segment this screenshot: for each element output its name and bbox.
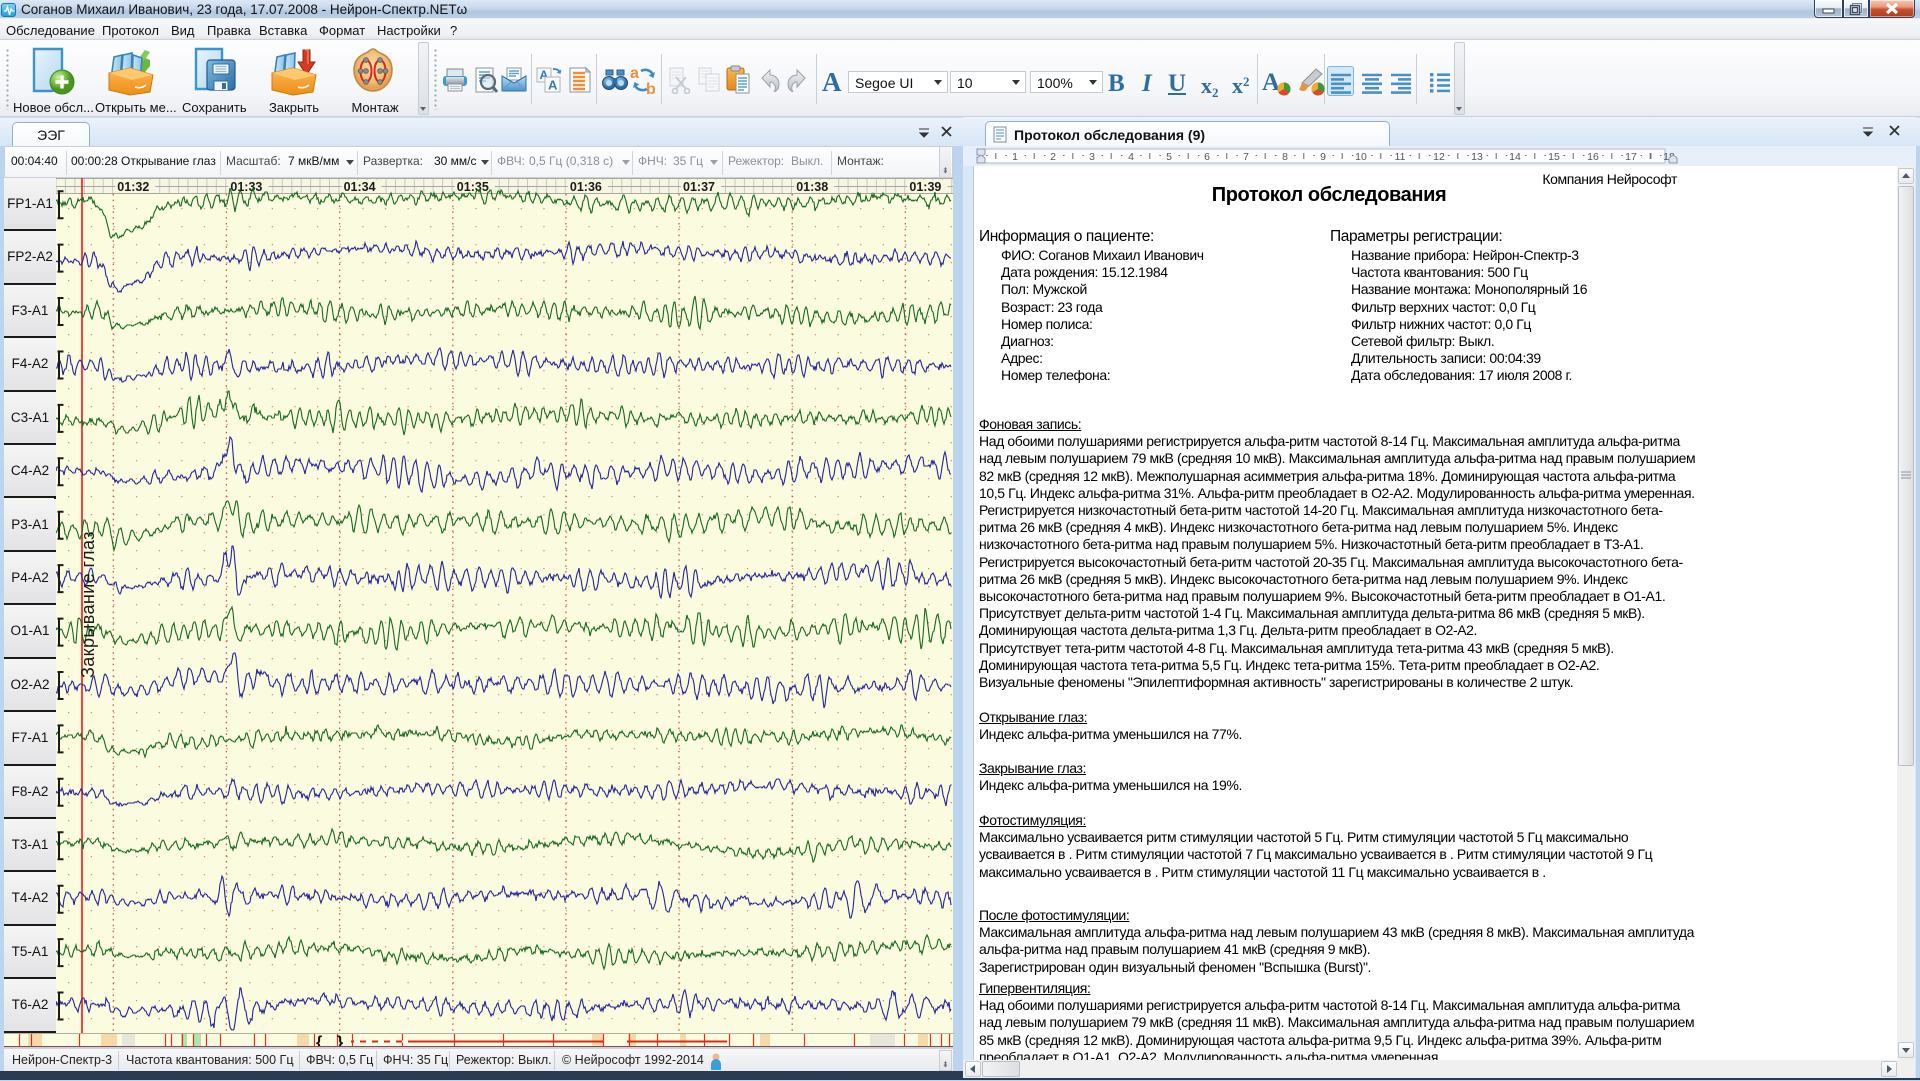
svg-text:01:38: 01:38: [796, 180, 828, 194]
svg-text:13: 13: [1471, 151, 1483, 163]
svg-text:14: 14: [1509, 151, 1521, 163]
svg-text:15: 15: [1548, 151, 1560, 163]
svg-text:A: A: [548, 78, 558, 93]
svg-text:17: 17: [1625, 151, 1637, 163]
svg-text:b: b: [646, 81, 656, 95]
svg-text:}: }: [337, 1034, 343, 1047]
svg-text:5: 5: [1166, 151, 1172, 163]
svg-text:1: 1: [1012, 151, 1018, 163]
svg-text:4: 4: [1128, 151, 1134, 163]
svg-text:a: a: [630, 65, 639, 82]
svg-text:11: 11: [1395, 151, 1406, 163]
svg-text:01:35: 01:35: [457, 180, 489, 194]
svg-text:01:36: 01:36: [570, 180, 602, 194]
svg-text:9: 9: [1320, 151, 1326, 163]
svg-text:{: {: [316, 1034, 322, 1047]
svg-text:01:39: 01:39: [909, 180, 941, 194]
svg-text:8: 8: [1282, 151, 1288, 163]
svg-text:12: 12: [1433, 151, 1445, 163]
svg-text:7: 7: [1243, 151, 1249, 163]
svg-text:3: 3: [1089, 151, 1095, 163]
svg-text:01:33: 01:33: [230, 180, 262, 194]
svg-text:Закрывание глаз: Закрывание глаз: [78, 531, 98, 678]
svg-text:01:37: 01:37: [683, 180, 715, 194]
svg-text:2: 2: [1050, 151, 1056, 163]
svg-text:01:34: 01:34: [344, 180, 376, 194]
svg-text:6: 6: [1204, 151, 1210, 163]
svg-text:10: 10: [1355, 151, 1367, 163]
svg-text:01:32: 01:32: [117, 180, 149, 194]
svg-text:A: A: [1262, 69, 1280, 96]
svg-text:16: 16: [1587, 151, 1599, 163]
